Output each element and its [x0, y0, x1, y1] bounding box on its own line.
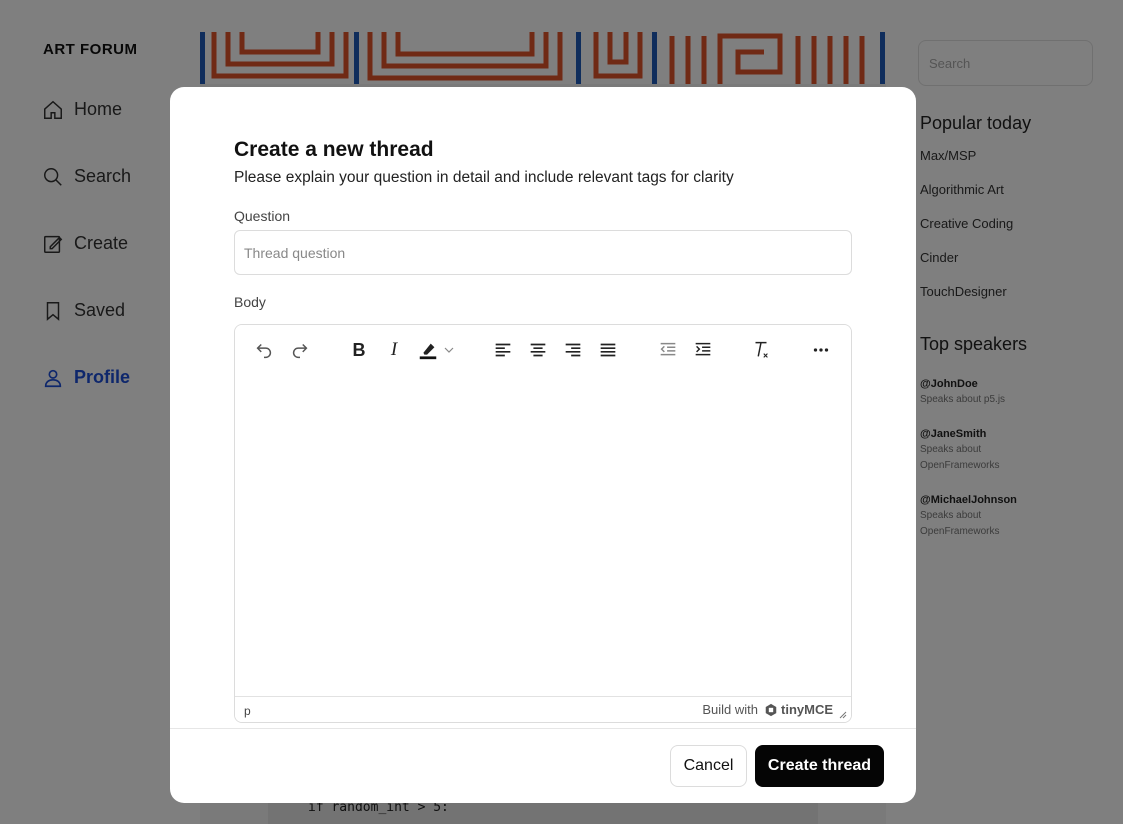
tinymce-branding[interactable]: Build with tinyMCE [702, 702, 833, 717]
rich-text-editor: B I p Build with tinyMCE [234, 324, 852, 723]
create-thread-modal: Create a new thread Please explain your … [170, 87, 916, 803]
undo-icon[interactable] [251, 337, 277, 363]
align-right-icon[interactable] [560, 337, 586, 363]
align-justify-icon[interactable] [595, 337, 621, 363]
question-input[interactable] [234, 230, 852, 275]
more-icon[interactable] [808, 337, 834, 363]
editor-toolbar: B I [235, 325, 851, 373]
cancel-button[interactable]: Cancel [670, 745, 747, 787]
body-label: Body [234, 294, 266, 310]
highlight-icon[interactable] [415, 337, 441, 363]
create-thread-button[interactable]: Create thread [755, 745, 884, 787]
italic-icon[interactable]: I [381, 337, 407, 363]
indent-icon[interactable] [690, 337, 716, 363]
bold-icon[interactable]: B [346, 337, 372, 363]
chevron-down-icon[interactable] [441, 337, 457, 363]
align-center-icon[interactable] [525, 337, 551, 363]
tinymce-logo-icon [765, 703, 777, 716]
element-path[interactable]: p [244, 704, 251, 718]
modal-title: Create a new thread [234, 138, 434, 161]
resize-handle-icon[interactable] [837, 709, 847, 719]
editor-content-area[interactable] [235, 373, 851, 696]
modal-subtitle: Please explain your question in detail a… [234, 169, 734, 186]
tinymce-brand-label: tinyMCE [781, 702, 833, 717]
editor-statusbar: p Build with tinyMCE [235, 696, 851, 722]
outdent-icon[interactable] [655, 337, 681, 363]
clear-format-icon[interactable] [748, 337, 774, 363]
align-left-icon[interactable] [490, 337, 516, 363]
question-label: Question [234, 208, 291, 224]
modal-footer-divider [170, 728, 916, 729]
build-with-label: Build with [702, 702, 758, 717]
redo-icon[interactable] [287, 337, 313, 363]
